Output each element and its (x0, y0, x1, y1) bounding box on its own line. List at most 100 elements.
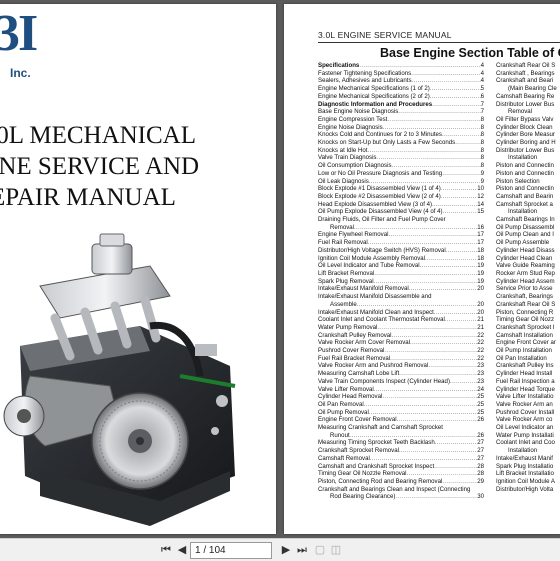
toc-entry[interactable]: Valve Rocker Arm co (496, 416, 560, 424)
toc-entry[interactable]: Crankshaft , Bearings (496, 70, 560, 78)
toc-entry[interactable]: Engine Front Cover Removal 26 (318, 416, 484, 424)
toc-entry[interactable]: Cylinder Head Clean (496, 255, 560, 263)
toc-entry[interactable]: Cylinder Head Install (496, 370, 560, 378)
toc-entry[interactable]: Oil Pump Explode Disassembled View (4 of… (318, 208, 484, 216)
toc-entry[interactable]: Service Prior to Asse (496, 285, 560, 293)
toc-entry[interactable]: Coolant Inlet and Coolant Thermostat Rem… (318, 316, 484, 324)
toc-entry[interactable]: Specifications 4 (318, 62, 484, 70)
toc-entry[interactable]: Diagnostic Information and Procedures 7 (318, 101, 484, 109)
toc-entry[interactable]: Engine Mechanical Specifications (2 of 2… (318, 93, 484, 101)
toc-entry[interactable]: Distributor Lower Bus (496, 147, 560, 155)
toc-entry[interactable]: Camshaft Bearings In (496, 216, 560, 224)
toc-entry[interactable]: Removal (496, 108, 560, 116)
toc-entry[interactable]: Crankshaft Rear Oil S (496, 62, 560, 70)
toc-entry[interactable]: Lift Bracket Removal 19 (318, 270, 484, 278)
toc-entry[interactable]: Crankshaft, Bearings (496, 293, 560, 301)
toc-entry[interactable]: Cylinder Head Assem (496, 278, 560, 286)
toc-entry[interactable]: Valve Lifter Installatio (496, 393, 560, 401)
toc-entry[interactable]: Oil Consumption Diagnosis 8 (318, 162, 484, 170)
toc-entry[interactable]: Crankshaft Pulley Ins (496, 362, 560, 370)
toc-entry[interactable]: Ignition Coil Module A (496, 478, 560, 486)
toc-entry[interactable]: Crankshaft Rear Oil S (496, 301, 560, 309)
toc-entry[interactable]: Engine Mechanical Specifications (1 of 2… (318, 85, 484, 93)
toc-entry[interactable]: Oil Pump Clean and I (496, 231, 560, 239)
toc-entry[interactable]: Measuring Crankshaft and Camshaft Sprock… (318, 424, 484, 432)
toc-entry[interactable]: Fuel Rail Removal 17 (318, 239, 484, 247)
toc-entry[interactable]: Oil Pump Disassembl (496, 224, 560, 232)
toc-entry[interactable]: Valve Rocker Arm and Pushrod Removal 23 (318, 362, 484, 370)
toc-entry[interactable]: Knocks at Idle Hot 8 (318, 147, 484, 155)
toc-entry[interactable]: Water Pump Removal 21 (318, 324, 484, 332)
toc-entry[interactable]: Rod Bearing Clearance) 30 (318, 493, 484, 501)
toc-entry[interactable]: Water Pump Installati (496, 432, 560, 440)
toc-entry[interactable]: Block Explode #1 Disassembled View (1 of… (318, 185, 484, 193)
toc-entry[interactable]: Pushrod Cover Removal 22 (318, 347, 484, 355)
toc-entry[interactable]: Measuring Camshaft Lobe Lift 23 (318, 370, 484, 378)
toc-entry[interactable]: Oil Pan Removal 25 (318, 401, 484, 409)
toc-entry[interactable]: Knocks Cold and Continues for 2 to 3 Min… (318, 131, 484, 139)
toc-entry[interactable]: Cylinder Block Clean (496, 124, 560, 132)
toc-entry[interactable]: Knocks on Start-Up but Only Lasts a Few … (318, 139, 484, 147)
toc-entry[interactable]: Piston, Connecting R (496, 309, 560, 317)
toc-entry[interactable]: Valve Rocker Arm Cover Removal 22 (318, 339, 484, 347)
toc-entry[interactable]: Draining Fluids, Oil Filter and Fuel Pum… (318, 216, 484, 224)
toc-entry[interactable]: Fuel Rail Inspection a (496, 378, 560, 386)
toc-entry[interactable]: Oil Level Indicator an (496, 424, 560, 432)
document-viewport[interactable]: 3I Inc. .0L MECHANICAL INE SERVICE AND E… (0, 0, 560, 538)
toc-entry[interactable]: Sealers, Adhesives and Lubricants 4 (318, 77, 484, 85)
toc-entry[interactable]: Spark Plug Removal 19 (318, 278, 484, 286)
toc-entry[interactable]: Crankshaft Sprocket Removal 27 (318, 447, 484, 455)
toc-entry[interactable]: Crankshaft Sprocket I (496, 324, 560, 332)
toc-entry[interactable]: Rocker Arm Stud Rep (496, 270, 560, 278)
toc-entry[interactable]: Piston Selection (496, 178, 560, 186)
first-page-button[interactable]: ⏮ (160, 543, 172, 557)
toc-entry[interactable]: Fuel Rail Bracket Removal 22 (318, 355, 484, 363)
toc-entry[interactable]: Base Engine Noise Diagnosis 7 (318, 108, 484, 116)
last-page-button[interactable]: ⏭ (296, 543, 308, 557)
toc-entry[interactable]: Runout 26 (318, 432, 484, 440)
toc-entry[interactable]: Pushrod Cover Install (496, 409, 560, 417)
toc-entry[interactable]: Camshaft Installation (496, 332, 560, 340)
toc-entry[interactable]: Oil Pump Removal 25 (318, 409, 484, 417)
toc-entry[interactable]: Distributor/High Volta (496, 486, 560, 494)
toc-entry[interactable]: Intake/Exhaust Manifold Removal 20 (318, 285, 484, 293)
toc-entry[interactable]: Intake/Exhaust Manif (496, 455, 560, 463)
toc-entry[interactable]: Oil Pump Assemble (496, 239, 560, 247)
toc-entry[interactable]: Installation (496, 208, 560, 216)
toc-entry[interactable]: Intake/Exhaust Manifold Clean and Inspec… (318, 309, 484, 317)
toc-entry[interactable]: Engine Flywheel Removal 17 (318, 231, 484, 239)
toc-entry[interactable]: Engine Front Cover ar (496, 339, 560, 347)
two-page-view-icon[interactable]: ◫ (330, 543, 342, 557)
toc-entry[interactable]: Piston and Connectin (496, 185, 560, 193)
toc-entry[interactable]: Coolant Inlet and Coo (496, 439, 560, 447)
toc-entry[interactable]: Camshaft Removal 27 (318, 455, 484, 463)
toc-entry[interactable]: Cylinder Boring and H (496, 139, 560, 147)
toc-entry[interactable]: Camshaft and Crankshaft Sprocket Inspect… (318, 463, 484, 471)
toc-entry[interactable]: Timing Gear Oil Nozzle Removal 28 (318, 470, 484, 478)
toc-entry[interactable]: Distributor Lower Bus (496, 101, 560, 109)
toc-entry[interactable]: Spark Plug Installatio (496, 463, 560, 471)
toc-entry[interactable]: Valve Guide Reaming (496, 262, 560, 270)
toc-entry[interactable]: Cylinder Head Disass (496, 247, 560, 255)
toc-entry[interactable]: Oil Pump Installation (496, 347, 560, 355)
toc-entry[interactable]: Piston, Connecting Rod and Bearing Remov… (318, 478, 484, 486)
toc-entry[interactable]: Removal 16 (318, 224, 484, 232)
toc-entry[interactable]: Camshaft and Bearin (496, 193, 560, 201)
toc-entry[interactable]: Distributor/High Voltage Switch (HVS) Re… (318, 247, 484, 255)
toc-entry[interactable]: Crankshaft and Bearings Clean and Inspec… (318, 486, 484, 494)
toc-entry[interactable]: Oil Pan Installation (496, 355, 560, 363)
toc-entry[interactable]: Intake/Exhaust Manifold Disassemble and (318, 293, 484, 301)
toc-entry[interactable]: Crankshaft Pulley Removal 22 (318, 332, 484, 340)
toc-entry[interactable]: Lift Bracket Installatio (496, 470, 560, 478)
toc-entry[interactable]: Camshaft Sprocket a (496, 201, 560, 209)
toc-entry[interactable]: Valve Lifter Removal 24 (318, 386, 484, 394)
toc-entry[interactable]: Cylinder Bore Measur (496, 131, 560, 139)
toc-entry[interactable]: Crankshaft and Beari (496, 77, 560, 85)
toc-entry[interactable]: Engine Noise Diagnosis 8 (318, 124, 484, 132)
page-number-input[interactable]: 1 / 104 (190, 542, 272, 559)
toc-entry[interactable]: Measuring Timing Sprocket Teeth Backlash… (318, 439, 484, 447)
toc-entry[interactable]: Cylinder Head Torque (496, 386, 560, 394)
toc-entry[interactable]: Cylinder Head Removal 25 (318, 393, 484, 401)
toc-entry[interactable]: Piston and Connectin (496, 170, 560, 178)
previous-page-button[interactable]: ◀ (176, 543, 188, 557)
